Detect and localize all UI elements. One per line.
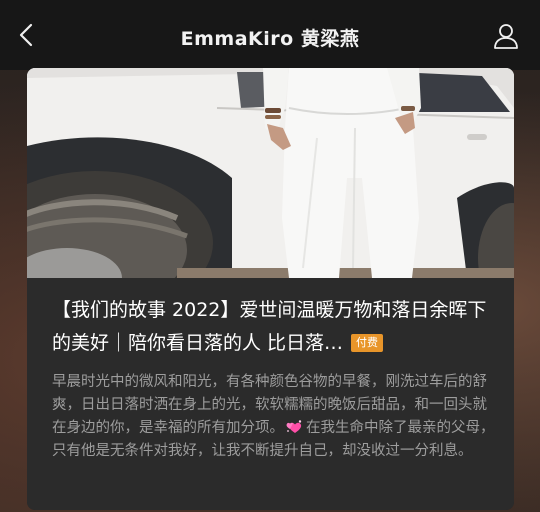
card-body: 【我们的故事 2022】爱世间温暖万物和落日余晖下的美好｜陪你看日落的人 比日落…	[27, 278, 514, 510]
paid-badge: 付费	[351, 334, 384, 352]
article-card[interactable]: 【我们的故事 2022】爱世间温暖万物和落日余晖下的美好｜陪你看日落的人 比日落…	[27, 68, 514, 510]
article-title[interactable]: 【我们的故事 2022】爱世间温暖万物和落日余晖下的美好｜陪你看日落的人 比日落…	[52, 294, 492, 360]
person-icon[interactable]	[492, 22, 520, 50]
article-description: 早晨时光中的微风和阳光，有各种颜色谷物的早餐，刚洗过车后的舒爽，日出日落时洒在身…	[52, 371, 500, 463]
article-title-text: 【我们的故事 2022】爱世间温暖万物和落日余晖下的美好｜陪你看日落的人 比日落…	[52, 299, 487, 354]
page-title: EmmaKiro 黄梁燕	[180, 28, 360, 50]
cover-image	[27, 68, 514, 278]
sparkling-hearts-icon	[286, 420, 302, 433]
top-navigation-bar: EmmaKiro 黄梁燕	[0, 0, 540, 70]
